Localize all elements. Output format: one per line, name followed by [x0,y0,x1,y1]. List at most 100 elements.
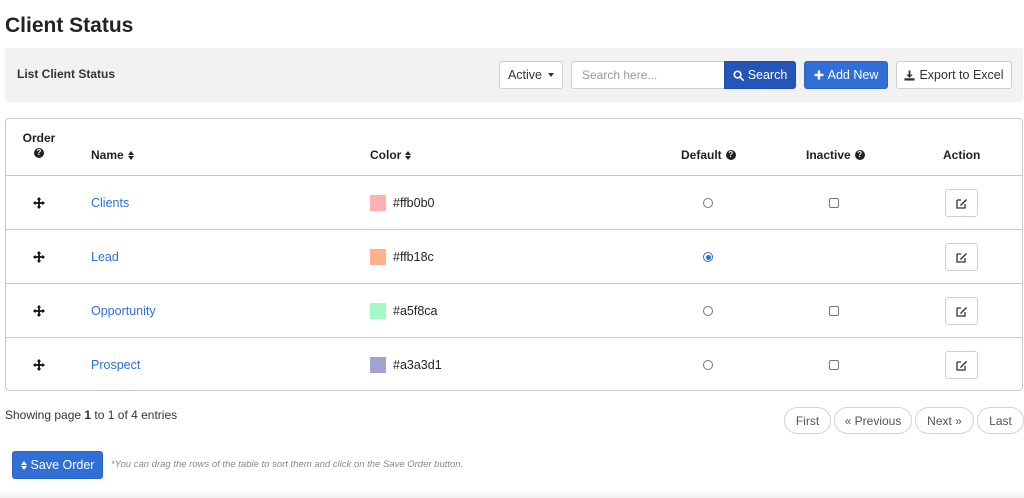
move-arrows-icon[interactable] [33,197,45,209]
search-button[interactable]: Search [724,61,796,89]
entries-summary-suffix: to 1 of 4 entries [91,408,178,422]
color-swatch [370,357,386,373]
inactive-cell [829,176,839,230]
search-input[interactable] [571,61,725,89]
inactive-checkbox[interactable] [829,306,839,316]
edit-button[interactable] [945,189,978,217]
default-cell [703,284,713,338]
edit-icon [955,199,967,209]
action-cell [945,284,978,338]
edit-button[interactable] [945,297,978,325]
action-cell [945,338,978,390]
default-radio[interactable] [703,306,713,316]
color-swatch [370,249,386,265]
status-name-link[interactable]: Prospect [91,338,140,390]
edit-button[interactable] [945,351,978,379]
header-order-label: Order [22,131,56,145]
default-radio[interactable] [703,252,713,262]
status-filter-label: Active [507,68,543,82]
header-inactive: Inactive ? [806,148,865,162]
inactive-checkbox[interactable] [829,198,839,208]
table-row[interactable]: Prospect #a3a3d1 [6,338,1022,390]
color-cell: #ffb0b0 [370,176,434,230]
status-name-link[interactable]: Lead [91,230,119,284]
save-order-label: Save Order [30,458,95,472]
export-excel-button[interactable]: Export to Excel [896,61,1012,89]
color-cell: #a3a3d1 [370,338,442,390]
question-circle-icon[interactable]: ? [34,148,44,158]
move-arrows-icon[interactable] [33,305,45,317]
status-filter-dropdown[interactable]: Active [499,61,563,89]
edit-icon [955,253,967,263]
default-cell [703,176,713,230]
edit-button[interactable] [945,243,978,271]
color-cell: #a5f8ca [370,284,437,338]
table-header: Order ? Name Color Default ? Inactive ? … [6,119,1022,176]
color-hex: #ffb18c [393,250,434,264]
toolbar: List Client Status Active Search Add New… [5,48,1023,102]
color-hex: #a5f8ca [393,304,438,318]
page-title: Client Status [5,14,134,37]
pagination-last-button[interactable]: Last [977,407,1024,434]
move-arrows-icon[interactable] [33,359,45,371]
header-order: Order ? [22,131,56,158]
entries-summary: Showing page 1 to 1 of 4 entries [5,408,177,422]
header-color[interactable]: Color [370,148,412,162]
drag-handle-cell[interactable] [33,338,47,390]
color-swatch [370,303,386,319]
drag-handle-cell[interactable] [33,284,47,338]
header-action-label: Action [943,148,981,162]
add-new-label: Add New [827,68,879,82]
client-status-table: Order ? Name Color Default ? Inactive ? … [5,118,1023,391]
action-cell [945,176,978,230]
header-default: Default ? [681,148,736,162]
header-default-label: Default [681,148,722,162]
save-order-button[interactable]: Save Order [12,451,103,479]
drag-handle-cell[interactable] [33,176,47,230]
drag-handle-cell[interactable] [33,230,47,284]
edit-icon [955,307,967,317]
table-row[interactable]: Lead #ffb18c [6,230,1022,284]
sort-icon [127,150,134,160]
pagination-first-button[interactable]: First [784,407,831,434]
header-name-label: Name [91,148,124,162]
color-hex: #ffb0b0 [393,196,435,210]
question-circle-icon[interactable]: ? [854,150,865,160]
default-radio[interactable] [703,360,713,370]
sort-icon [20,460,27,470]
inactive-cell [829,338,839,390]
color-swatch [370,195,386,211]
header-inactive-label: Inactive [806,148,851,162]
table-row[interactable]: Clients #ffb0b0 [6,176,1022,230]
inactive-cell [829,284,839,338]
caret-down-icon [548,73,555,77]
default-cell [703,230,713,284]
question-circle-icon[interactable]: ? [725,150,736,160]
default-radio[interactable] [703,198,713,208]
edit-icon [955,361,967,371]
table-row[interactable]: Opportunity #a5f8ca [6,284,1022,338]
export-excel-label: Export to Excel [919,68,1004,82]
status-name-link[interactable]: Clients [91,176,129,230]
color-hex: #a3a3d1 [393,358,442,372]
add-new-button[interactable]: Add New [804,61,888,89]
header-action: Action [943,148,980,162]
move-arrows-icon[interactable] [33,251,45,263]
inactive-checkbox[interactable] [829,360,839,370]
sort-icon [405,150,412,160]
search-button-label: Search [747,68,788,82]
header-name[interactable]: Name [91,148,134,162]
status-name-link[interactable]: Opportunity [91,284,156,338]
header-color-label: Color [370,148,402,162]
action-cell [945,230,978,284]
pagination-previous-button[interactable]: « Previous [834,407,912,434]
search-icon [733,69,744,81]
download-icon [904,69,915,81]
plus-icon [814,70,824,80]
pagination-next-button[interactable]: Next » [915,407,974,434]
bottom-edge [0,490,1024,498]
color-cell: #ffb18c [370,230,434,284]
toolbar-title: List Client Status [17,67,116,81]
entries-summary-prefix: Showing page [5,408,85,422]
save-order-hint: *You can drag the rows of the table to s… [111,459,464,470]
